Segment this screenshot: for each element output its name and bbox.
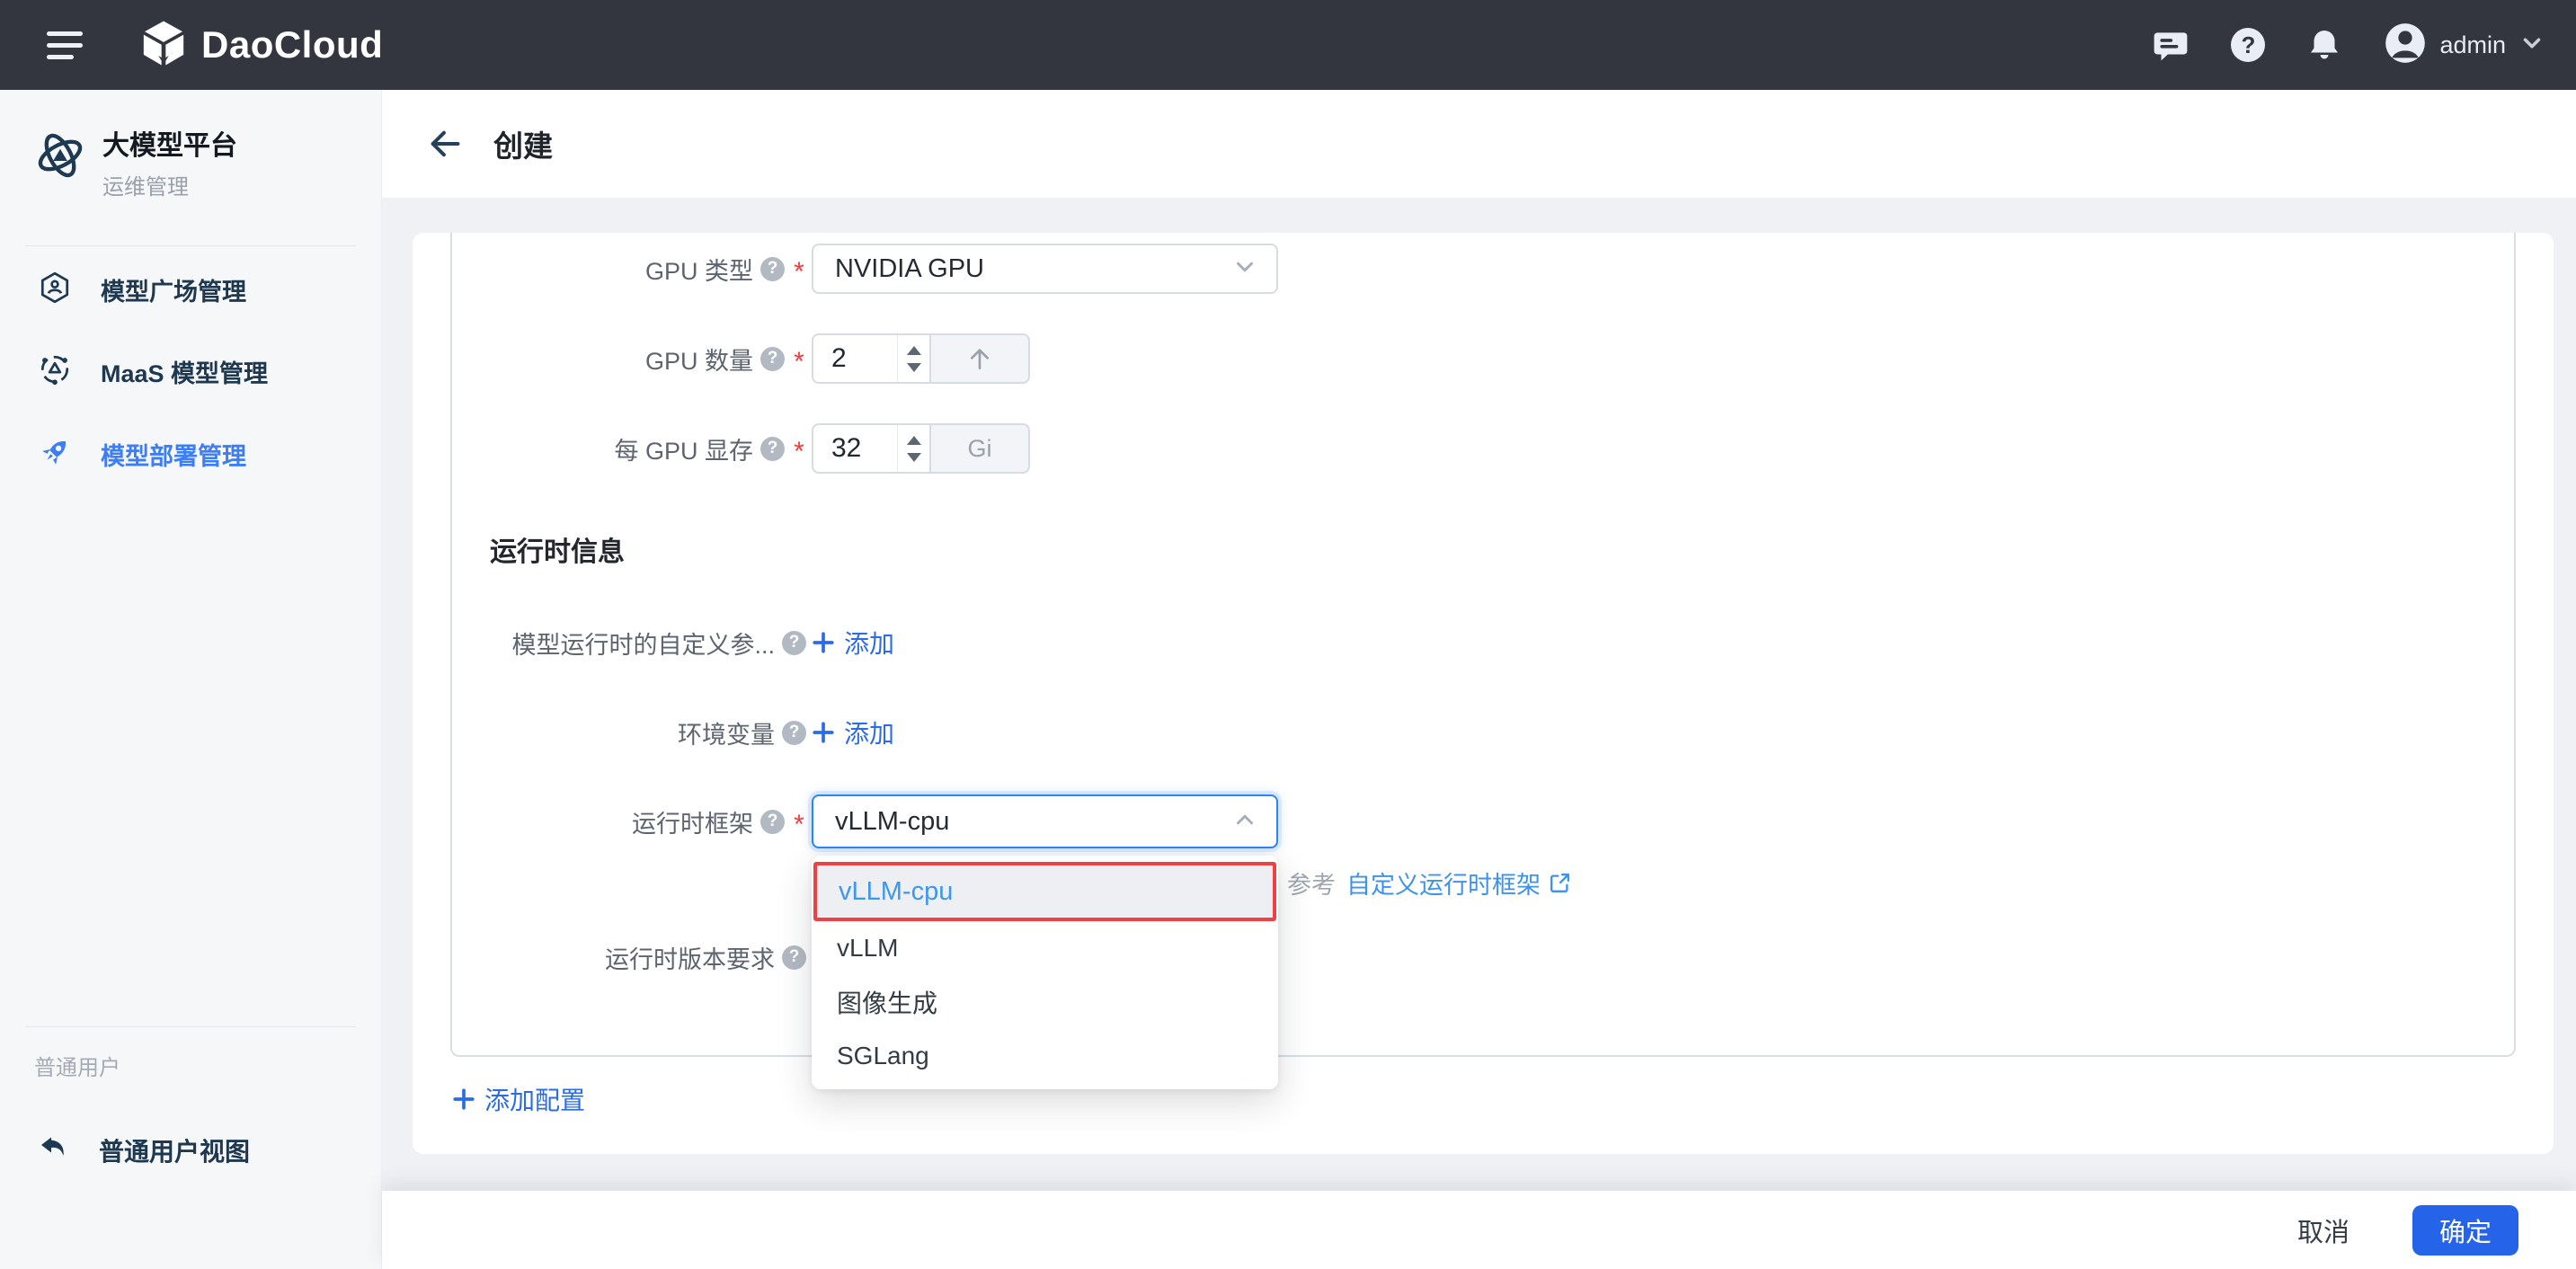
page-header: 创建 xyxy=(382,90,2576,198)
plus-icon xyxy=(812,631,835,654)
gpu-count-label: GPU 数量 xyxy=(645,342,753,377)
help-icon[interactable]: ? xyxy=(2231,28,2265,62)
topbar: DaoCloud ? admin xyxy=(0,0,2576,90)
help-tooltip-icon[interactable]: ? xyxy=(782,721,806,745)
user-name: admin xyxy=(2439,31,2506,59)
chevron-down-icon xyxy=(2518,30,2545,61)
runtime-version-row: 运行时版本要求 ? xyxy=(413,932,806,982)
platform-title: 大模型平台 xyxy=(102,129,237,164)
stepper-up-icon[interactable] xyxy=(907,436,921,445)
maas-circle-icon xyxy=(38,352,72,391)
hamburger-menu-icon[interactable] xyxy=(47,31,83,59)
dropdown-option-sglang[interactable]: SGLang xyxy=(812,1029,1278,1083)
add-config-button[interactable]: 添加配置 xyxy=(452,1081,585,1117)
help-tooltip-icon[interactable]: ? xyxy=(760,347,785,371)
plus-icon xyxy=(812,721,835,744)
external-link-icon xyxy=(1548,871,1572,895)
required-marker: * xyxy=(792,443,806,461)
sidebar-item-model-square[interactable]: 模型广场管理 xyxy=(0,261,381,318)
add-env-var-button[interactable]: 添加 xyxy=(812,714,894,750)
gpu-count-row: GPU 数量 ? * 2 xyxy=(413,333,1030,384)
gpu-type-select[interactable]: NVIDIA GPU xyxy=(812,244,1278,294)
platform-subtitle: 运维管理 xyxy=(102,169,237,200)
runtime-framework-dropdown: vLLM-cpu vLLM 图像生成 SGLang xyxy=(812,856,1278,1089)
stepper-down-icon[interactable] xyxy=(907,453,921,462)
required-marker: * xyxy=(792,816,806,834)
env-vars-row: 环境变量 ? 添加 xyxy=(413,707,894,758)
reference-prefix: 参考 xyxy=(1287,865,1336,901)
custom-runtime-framework-link[interactable]: 自定义运行时框架 xyxy=(1346,865,1572,901)
custom-args-label: 模型运行时的自定义参... xyxy=(511,626,775,661)
sidebar-item-model-deploy[interactable]: 模型部署管理 xyxy=(0,425,381,483)
daocloud-logo: DaoCloud xyxy=(138,18,383,73)
arrow-up-icon xyxy=(965,344,994,373)
gpu-memory-label: 每 GPU 显存 xyxy=(614,431,753,466)
runtime-version-label: 运行时版本要求 xyxy=(605,940,775,975)
required-marker: * xyxy=(792,263,806,281)
unit-addon: Gi xyxy=(931,423,1030,474)
gpu-count-input[interactable]: 2 xyxy=(812,333,931,384)
scale-up-addon-button[interactable] xyxy=(931,333,1030,384)
rocket-icon xyxy=(38,435,72,474)
content-area: GPU 类型 ? * NVIDIA GPU GPU 数量 ? * xyxy=(382,198,2576,1269)
gpu-type-label: GPU 类型 xyxy=(645,252,753,287)
reference-row: 参考 自定义运行时框架 xyxy=(1287,865,1572,901)
env-vars-label: 环境变量 xyxy=(678,715,775,750)
number-stepper[interactable] xyxy=(897,425,929,472)
sidebar-group-label: 普通用户 xyxy=(34,1050,120,1081)
form-panel: GPU 类型 ? * NVIDIA GPU GPU 数量 ? * xyxy=(413,233,2554,1154)
cancel-button[interactable]: 取消 xyxy=(2287,1202,2360,1258)
footer-action-bar: 取消 确定 xyxy=(382,1191,2576,1269)
platform-logo-icon xyxy=(34,129,86,200)
chevron-up-icon xyxy=(1231,806,1258,838)
sidebar-item-maas-model[interactable]: MaaS 模型管理 xyxy=(0,342,381,400)
dropdown-option-vllm-cpu click-target-annotation[interactable]: vLLM-cpu xyxy=(813,862,1276,921)
number-stepper[interactable] xyxy=(897,335,929,382)
plus-icon xyxy=(452,1087,475,1111)
sidebar-divider xyxy=(25,1026,356,1027)
add-custom-arg-button[interactable]: 添加 xyxy=(812,625,894,661)
back-arrow-icon[interactable] xyxy=(427,126,463,162)
hexagon-model-icon xyxy=(38,271,72,309)
stepper-up-icon[interactable] xyxy=(907,346,921,355)
custom-args-row: 模型运行时的自定义参... ? 添加 xyxy=(413,617,894,668)
daocloud-cube-icon xyxy=(138,18,189,73)
help-tooltip-icon[interactable]: ? xyxy=(760,810,785,834)
runtime-framework-select[interactable]: vLLM-cpu xyxy=(812,794,1278,848)
gpu-memory-row: 每 GPU 显存 ? * 32 Gi xyxy=(413,423,1030,474)
help-tooltip-icon[interactable]: ? xyxy=(760,257,785,281)
sidebar: 大模型平台 运维管理 模型广场管理 MaaS xyxy=(0,90,382,1269)
notification-bell-icon[interactable] xyxy=(2306,27,2342,63)
sidebar-divider xyxy=(25,245,356,246)
chevron-down-icon xyxy=(1231,253,1258,285)
gpu-type-row: GPU 类型 ? * NVIDIA GPU xyxy=(413,244,1278,294)
runtime-section-title: 运行时信息 xyxy=(490,529,625,569)
runtime-framework-label: 运行时框架 xyxy=(632,804,753,839)
reply-arrow-icon xyxy=(38,1132,70,1169)
avatar-icon xyxy=(2384,22,2427,69)
dropdown-option-vllm[interactable]: vLLM xyxy=(812,921,1278,975)
message-icon[interactable] xyxy=(2152,26,2190,64)
page-title: 创建 xyxy=(493,122,553,165)
help-tooltip-icon[interactable]: ? xyxy=(782,945,806,970)
required-marker: * xyxy=(792,353,806,371)
stepper-down-icon[interactable] xyxy=(907,363,921,372)
confirm-button[interactable]: 确定 xyxy=(2412,1205,2518,1256)
sidebar-item-normal-user-view[interactable]: 普通用户视图 xyxy=(0,1122,381,1179)
dropdown-option-image-generation[interactable]: 图像生成 xyxy=(812,975,1278,1029)
help-tooltip-icon[interactable]: ? xyxy=(760,437,785,461)
gpu-memory-input[interactable]: 32 xyxy=(812,423,931,474)
platform-header: 大模型平台 运维管理 xyxy=(34,129,237,200)
help-tooltip-icon[interactable]: ? xyxy=(782,631,806,655)
user-menu[interactable]: admin xyxy=(2384,22,2545,69)
runtime-framework-row: 运行时框架 ? * vLLM-cpu xyxy=(413,794,1278,848)
brand-wordmark: DaoCloud xyxy=(201,23,383,67)
